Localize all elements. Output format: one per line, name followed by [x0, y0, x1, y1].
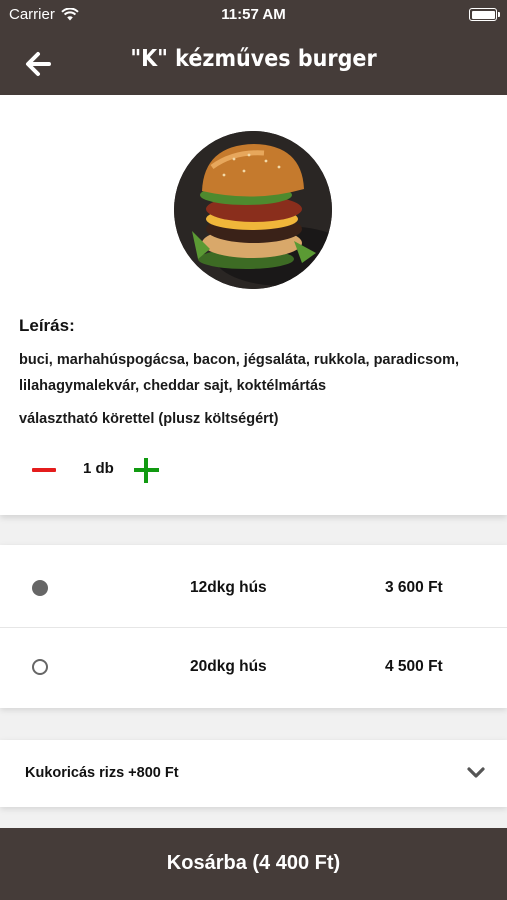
- status-time: 11:57 AM: [221, 6, 286, 23]
- option-price: 4 500 Ft: [385, 658, 443, 675]
- radio-unselected-icon[interactable]: [32, 659, 48, 675]
- option-name: 20dkg hús: [190, 658, 267, 675]
- add-to-cart-label: Kosárba (4 400 Ft): [166, 852, 341, 874]
- description-text: buci, marhahúspogácsa, bacon, jégsaláta,…: [19, 352, 459, 394]
- burger-image: [174, 131, 332, 289]
- option-row[interactable]: 20dkg hús 4 500 Ft: [0, 627, 507, 705]
- option-price: 3 600 Ft: [385, 579, 443, 596]
- add-to-cart-button[interactable]: Kosárba (4 400 Ft): [0, 828, 507, 900]
- radio-selected-icon[interactable]: [32, 580, 48, 596]
- battery-icon: [469, 8, 500, 21]
- size-options: 12dkg hús 3 600 Ft 20dkg hús 4 500 Ft: [0, 545, 507, 708]
- side-dish-label: Kukoricás rizs +800 Ft: [25, 765, 179, 781]
- plus-icon[interactable]: [134, 458, 159, 483]
- product-card: Leírás: buci, marhahúspogácsa, bacon, jé…: [0, 95, 507, 515]
- side-dish-select[interactable]: Kukoricás rizs +800 Ft: [0, 740, 507, 807]
- quantity-value: 1 db: [83, 460, 114, 477]
- minus-icon[interactable]: [32, 468, 56, 472]
- option-row[interactable]: 12dkg hús 3 600 Ft: [0, 549, 507, 627]
- quantity-stepper: 1 db: [30, 457, 190, 483]
- status-bar: Carrier 11:57 AM: [0, 0, 507, 30]
- chevron-down-icon[interactable]: [466, 766, 486, 780]
- option-name: 12dkg hús: [190, 579, 267, 596]
- nav-header: Carrier 11:57 AM "K" kézműves burger: [0, 0, 507, 95]
- description-label: Leírás:: [19, 316, 75, 335]
- side-note-text: választható körettel (plusz költségért): [19, 411, 279, 427]
- page-title: "K" kézműves burger: [130, 46, 377, 72]
